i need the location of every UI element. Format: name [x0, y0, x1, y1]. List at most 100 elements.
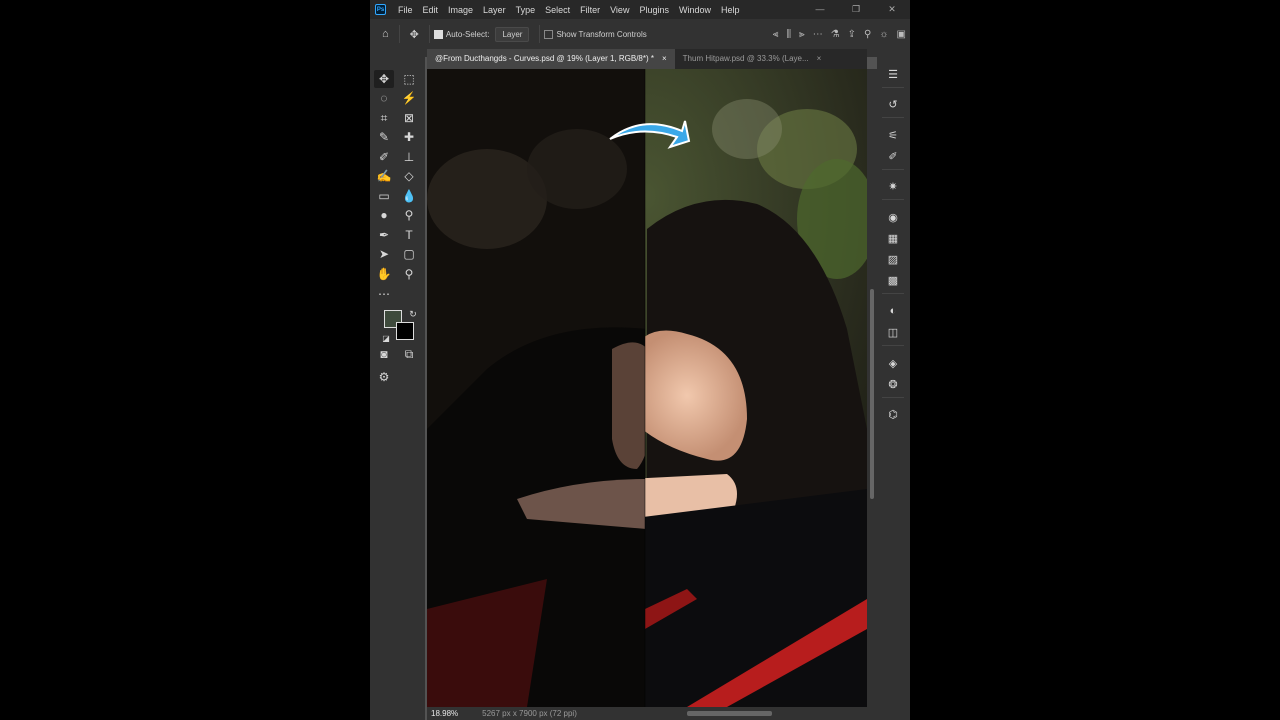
align-right-icon[interactable]: ⫸ [799, 29, 805, 40]
options-right-icons: ⫷ ⫼ ⫸ ⋯ ⚗ ⇪ ⚲ ☼ ▣ [773, 19, 906, 49]
document-dimensions: 5267 px x 7900 px (72 ppi) [482, 709, 577, 718]
tab-label: Thum Hitpaw.psd @ 33.3% (Laye... [682, 54, 809, 63]
menu-filter[interactable]: Filter [575, 5, 605, 15]
options-bar: ⌂ ✥ Auto-Select: Layer Show Transform Co… [370, 19, 910, 49]
lasso-tool-icon[interactable]: ◌ [374, 89, 394, 107]
quick-mask-icon[interactable]: ◙ [374, 345, 394, 363]
adjustments-icon[interactable]: ◐ [885, 303, 901, 319]
maximize-button[interactable]: ❐ [838, 0, 874, 19]
flask-icon[interactable]: ⚗ [831, 29, 840, 40]
crop-tool-icon[interactable]: ⌗ [374, 109, 394, 127]
move-tool-icon[interactable]: ✥ [374, 70, 394, 88]
document-canvas[interactable] [427, 69, 867, 707]
more-options-icon[interactable]: ⋯ [813, 29, 823, 40]
right-panel-dock: ☰ ↺ ⚟ ✐ ✷ ◉ ▦ ▨ ▩ ◐ ◫ ◈ ❂ ⌬ [877, 49, 910, 720]
properties-icon[interactable]: ☰ [885, 66, 901, 82]
close-tab-icon[interactable]: × [817, 54, 822, 63]
menu-plugins[interactable]: Plugins [634, 5, 674, 15]
close-button[interactable]: ✕ [874, 0, 910, 19]
divider [882, 169, 904, 170]
adjust-brush-icon[interactable]: ⚟ [885, 127, 901, 143]
layer-dropdown[interactable]: Layer [495, 26, 530, 42]
healing-brush-tool-icon[interactable]: ✚ [399, 128, 419, 146]
search-icon[interactable]: ⚲ [864, 29, 871, 40]
menu-file[interactable]: File [393, 5, 418, 15]
photoshop-window: Ps File Edit Image Layer Type Select Fil… [370, 0, 910, 720]
home-icon[interactable]: ⌂ [376, 28, 395, 40]
scrollbar-thumb[interactable] [870, 289, 874, 499]
screen-mode-icon[interactable]: ⧉ [399, 345, 419, 363]
menu-image[interactable]: Image [443, 5, 478, 15]
zoom-lens-tool-icon[interactable]: ⚲ [399, 206, 419, 224]
close-tab-icon[interactable]: × [662, 54, 667, 63]
channels-icon[interactable]: ❂ [885, 376, 901, 392]
hand-tool-icon[interactable]: ✋ [374, 265, 394, 283]
divider [398, 25, 400, 43]
zoom-tool-icon[interactable]: ⚲ [399, 265, 419, 283]
type-tool-icon[interactable]: T [399, 226, 419, 244]
move-tool-preset-icon[interactable]: ✥ [404, 28, 425, 41]
workspace-icon[interactable]: ▣ [897, 29, 906, 40]
divider [882, 293, 904, 294]
zoom-level[interactable]: 18.98% [427, 709, 462, 718]
magic-wand-tool-icon[interactable]: ⚡ [399, 89, 419, 107]
marquee-tool-icon[interactable]: ⬚ [399, 70, 419, 88]
history-icon[interactable]: ↺ [885, 96, 901, 112]
swatches-icon[interactable]: ▦ [885, 230, 901, 246]
divider [882, 117, 904, 118]
path-selection-tool-icon[interactable]: ➤ [374, 245, 394, 263]
blur-tool-icon[interactable]: 💧 [399, 187, 419, 205]
stamp-tool-icon[interactable]: ⊥ [399, 148, 419, 166]
auto-select-checkbox[interactable] [433, 29, 443, 39]
divider [882, 87, 904, 88]
menu-view[interactable]: View [605, 5, 634, 15]
menu-edit[interactable]: Edit [418, 5, 444, 15]
minimize-button[interactable]: — [802, 0, 838, 19]
menu-bar: Ps File Edit Image Layer Type Select Fil… [370, 0, 910, 19]
divider [882, 397, 904, 398]
edit-toolbar-icon[interactable]: ⚙ [374, 368, 394, 386]
tab-label: @From Ducthangds - Curves.psd @ 19% (Lay… [435, 54, 654, 63]
menu-layer[interactable]: Layer [478, 5, 511, 15]
menu-type[interactable]: Type [511, 5, 541, 15]
brush-settings-icon[interactable]: ✐ [885, 148, 901, 164]
eraser-tool-icon[interactable]: ◇ [399, 167, 419, 185]
transform-controls-checkbox[interactable] [544, 29, 554, 39]
eyedropper-tool-icon[interactable]: ✎ [374, 128, 394, 146]
align-left-icon[interactable]: ⫷ [773, 29, 779, 40]
vertical-scrollbar[interactable] [867, 69, 877, 707]
divider [882, 199, 904, 200]
magic-icon[interactable]: ✷ [885, 178, 901, 194]
pen-tool-icon[interactable]: ✒ [374, 226, 394, 244]
color-palette-icon[interactable]: ◉ [885, 209, 901, 225]
canvas-area[interactable] [427, 69, 867, 707]
menu-window[interactable]: Window [674, 5, 716, 15]
tab-active-document[interactable]: @From Ducthangds - Curves.psd @ 19% (Lay… [427, 49, 675, 69]
lightbulb-icon[interactable]: ☼ [879, 29, 888, 40]
swap-colors-icon[interactable]: ↻ [403, 305, 423, 323]
frame-tool-icon[interactable]: ⊠ [399, 109, 419, 127]
more-tools-icon[interactable]: ⋯ [374, 285, 394, 303]
dodge-tool-icon[interactable]: ● [374, 206, 394, 224]
document-tabs: @From Ducthangds - Curves.psd @ 19% (Lay… [427, 49, 867, 69]
share-icon[interactable]: ⇪ [848, 29, 856, 40]
horizontal-scrollbar-thumb[interactable] [687, 711, 772, 716]
patterns-icon[interactable]: ▩ [885, 272, 901, 288]
brush-tool-icon[interactable]: ✐ [374, 148, 394, 166]
history-brush-tool-icon[interactable]: ✍ [374, 167, 394, 185]
rectangle-tool-icon[interactable]: ▢ [399, 245, 419, 263]
gradient-tool-icon[interactable]: ▭ [374, 187, 394, 205]
menu-help[interactable]: Help [716, 5, 745, 15]
menu-select[interactable]: Select [540, 5, 575, 15]
window-controls: — ❐ ✕ [802, 0, 910, 19]
auto-select-label: Auto-Select: [445, 29, 490, 39]
background-color-swatch[interactable] [396, 322, 414, 340]
tab-inactive-document[interactable]: Thum Hitpaw.psd @ 33.3% (Laye... × [675, 49, 830, 69]
paths-icon[interactable]: ⌬ [885, 406, 901, 422]
libraries-icon[interactable]: ◫ [885, 324, 901, 340]
divider [428, 25, 430, 43]
status-bar: 18.98% 5267 px x 7900 px (72 ppi) [427, 707, 877, 720]
align-center-icon[interactable]: ⫼ [786, 29, 791, 40]
layers-icon[interactable]: ◈ [885, 355, 901, 371]
gradient-icon[interactable]: ▨ [885, 251, 901, 267]
